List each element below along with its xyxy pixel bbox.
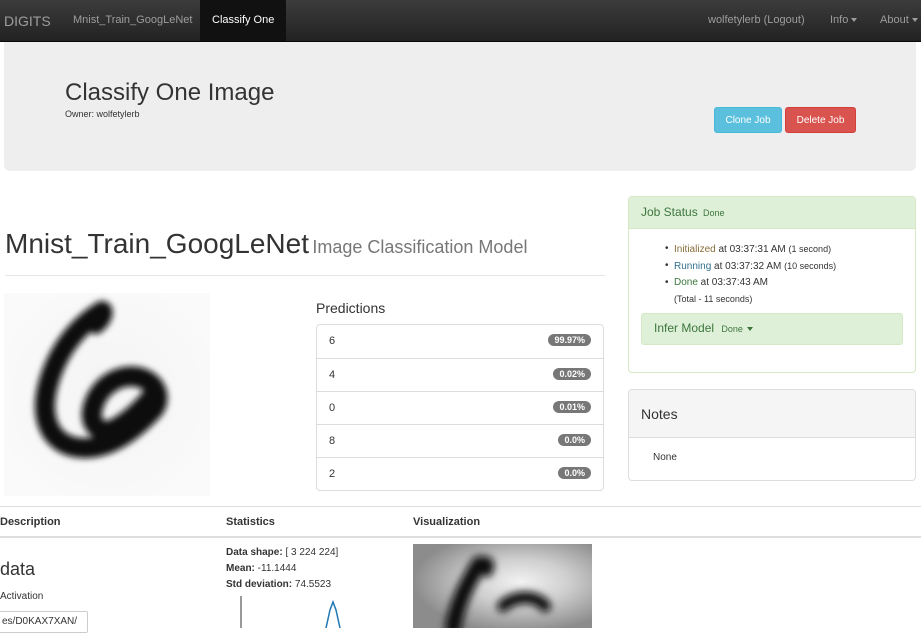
status-time: at 03:37:31 AM (715, 244, 786, 255)
predictions-title: Predictions (316, 300, 386, 316)
layer-name: data (0, 559, 36, 579)
prediction-row: 4 0.02% (317, 358, 603, 391)
infer-model-state: Done (721, 324, 743, 334)
status-duration: (1 second) (788, 244, 832, 254)
nav-link-classify-one[interactable]: Classify One (200, 0, 287, 41)
job-status-state: Done (703, 208, 725, 218)
divider (5, 275, 605, 276)
stat-shape-label: Data shape: (226, 547, 283, 558)
column-header-description: Description (0, 516, 61, 528)
prediction-row: 6 99.97% (317, 325, 603, 358)
status-time: at 03:37:32 AM (711, 261, 782, 272)
stat-shape: Data shape: [ 3 224 224] (226, 545, 338, 561)
status-duration: (10 seconds) (784, 261, 837, 271)
stat-mean: Mean: -11.1444 (226, 561, 338, 577)
chevron-down-icon (911, 18, 918, 23)
nav-about-dropdown[interactable]: About (880, 0, 918, 41)
job-status-title: Job Status (641, 205, 698, 219)
status-event-done: • Done at 03:37:43 AM (665, 275, 836, 291)
layer-statistics: Data shape: [ 3 224 224] Mean: -11.1444 … (226, 545, 338, 593)
prediction-row: 0 0.01% (317, 391, 603, 424)
chevron-down-icon (746, 326, 753, 331)
delete-job-button[interactable]: Delete Job (785, 107, 856, 133)
prediction-row: 8 0.0% (317, 424, 603, 457)
nav-info-dropdown[interactable]: Info (830, 0, 858, 41)
notes-title: Notes (629, 390, 915, 438)
infer-model-label: Infer Model (654, 321, 715, 335)
stat-mean-value: -11.1444 (254, 563, 297, 574)
status-name: Done (674, 277, 698, 288)
prediction-label: 4 (329, 369, 336, 381)
top-navbar: DIGITS Mnist_Train_GoogLeNet Classify On… (0, 0, 921, 42)
prediction-label: 6 (329, 335, 336, 347)
prediction-row: 2 0.0% (317, 457, 603, 490)
status-time: at 03:37:43 AM (697, 277, 768, 288)
notes-body: None (653, 452, 677, 463)
status-event-initialized: • Initialized at 03:37:31 AM (1 second) (665, 241, 836, 258)
activation-visualization (413, 544, 592, 628)
predictions-list: 6 99.97% 4 0.02% 0 0.01% 8 0.0% 2 0.0% (316, 324, 604, 491)
notes-panel: Notes None (628, 389, 916, 481)
status-event-running: • Running at 03:37:32 AM (10 seconds) (665, 258, 837, 275)
job-status-panel: Job Status Done • Initialized at 03:37:3… (628, 196, 916, 373)
prediction-confidence-badge: 0.02% (553, 368, 591, 380)
nav-about-label: About (880, 14, 909, 26)
prediction-confidence-badge: 0.0% (558, 467, 591, 479)
layer-path-field[interactable]: es/D0KAX7XAN/ (0, 611, 88, 633)
bullet-icon: • (665, 277, 669, 288)
model-type: Image Classification Model (312, 237, 528, 257)
divider (0, 536, 921, 538)
bullet-icon: • (665, 260, 669, 271)
column-header-statistics: Statistics (226, 516, 275, 528)
model-heading: Mnist_Train_GoogLeNet Image Classificati… (5, 228, 527, 260)
brand-logo[interactable]: DIGITS (4, 13, 51, 29)
clone-job-button[interactable]: Clone Job (714, 107, 782, 133)
status-total: (Total - 11 seconds) (674, 294, 753, 304)
column-header-visualization: Visualization (413, 516, 481, 528)
layer-type: Activation (0, 591, 44, 602)
infer-model-dropdown[interactable]: Infer Model Done (641, 313, 903, 345)
activation-histogram (240, 596, 341, 628)
divider (0, 506, 921, 507)
job-header: Classify One Image Owner: wolfetylerb Cl… (4, 42, 916, 171)
prediction-confidence-badge: 0.01% (553, 401, 591, 413)
stat-std: Std deviation: 74.5523 (226, 577, 338, 593)
input-digit-image (4, 293, 210, 496)
prediction-confidence-badge: 0.0% (558, 434, 591, 446)
job-status-events: • Initialized at 03:37:31 AM (1 second) … (665, 241, 837, 307)
stat-mean-label: Mean: (226, 563, 255, 574)
nav-link-model[interactable]: Mnist_Train_GoogLeNet (73, 0, 192, 41)
stat-shape-value: [ 3 224 224] (282, 547, 339, 558)
owner-label: Owner: wolfetylerb (65, 109, 140, 119)
model-name: Mnist_Train_GoogLeNet (5, 228, 310, 259)
prediction-confidence-badge: 99.97% (548, 334, 591, 346)
job-status-heading: Job Status Done (629, 197, 915, 229)
chevron-down-icon (851, 18, 858, 23)
prediction-label: 2 (329, 468, 336, 480)
page-title: Classify One Image (65, 79, 275, 106)
stat-std-label: Std deviation: (226, 579, 293, 590)
nav-info-label: Info (830, 14, 849, 26)
bullet-icon: • (665, 243, 669, 254)
stat-std-value: 74.5523 (292, 579, 332, 590)
prediction-label: 8 (329, 435, 336, 447)
nav-user-logout[interactable]: wolfetylerb (Logout) (708, 0, 805, 41)
status-name: Running (674, 261, 712, 272)
prediction-label: 0 (329, 402, 336, 414)
histogram-curve (325, 599, 341, 628)
status-name: Initialized (674, 244, 716, 255)
